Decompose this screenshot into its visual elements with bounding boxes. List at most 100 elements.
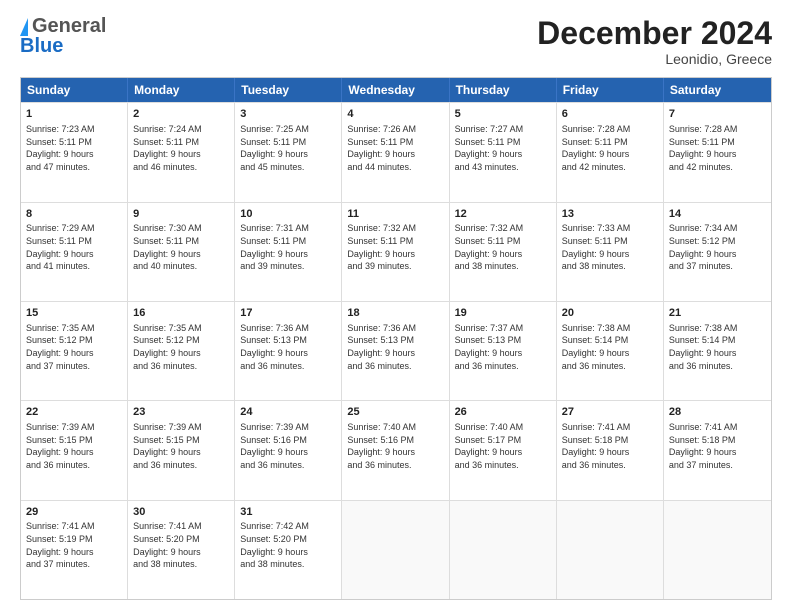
day-cell-18: 18Sunrise: 7:36 AMSunset: 5:13 PMDayligh…	[342, 302, 449, 400]
day-number: 18	[347, 306, 443, 321]
day-info: Sunrise: 7:23 AMSunset: 5:11 PMDaylight:…	[26, 123, 122, 173]
day-number: 8	[26, 207, 122, 222]
weekday-header-monday: Monday	[128, 78, 235, 102]
day-info: Sunrise: 7:35 AMSunset: 5:12 PMDaylight:…	[133, 322, 229, 372]
day-cell-4: 4Sunrise: 7:26 AMSunset: 5:11 PMDaylight…	[342, 103, 449, 201]
day-info: Sunrise: 7:42 AMSunset: 5:20 PMDaylight:…	[240, 520, 336, 570]
day-info: Sunrise: 7:25 AMSunset: 5:11 PMDaylight:…	[240, 123, 336, 173]
day-number: 16	[133, 306, 229, 321]
weekday-header-saturday: Saturday	[664, 78, 771, 102]
empty-cell	[342, 501, 449, 599]
day-info: Sunrise: 7:38 AMSunset: 5:14 PMDaylight:…	[562, 322, 658, 372]
day-info: Sunrise: 7:33 AMSunset: 5:11 PMDaylight:…	[562, 222, 658, 272]
day-cell-11: 11Sunrise: 7:32 AMSunset: 5:11 PMDayligh…	[342, 203, 449, 301]
day-number: 7	[669, 107, 766, 122]
day-cell-7: 7Sunrise: 7:28 AMSunset: 5:11 PMDaylight…	[664, 103, 771, 201]
day-cell-21: 21Sunrise: 7:38 AMSunset: 5:14 PMDayligh…	[664, 302, 771, 400]
day-info: Sunrise: 7:40 AMSunset: 5:16 PMDaylight:…	[347, 421, 443, 471]
day-number: 5	[455, 107, 551, 122]
day-info: Sunrise: 7:37 AMSunset: 5:13 PMDaylight:…	[455, 322, 551, 372]
calendar-week-5: 29Sunrise: 7:41 AMSunset: 5:19 PMDayligh…	[21, 500, 771, 599]
day-cell-25: 25Sunrise: 7:40 AMSunset: 5:16 PMDayligh…	[342, 401, 449, 499]
calendar-week-1: 1Sunrise: 7:23 AMSunset: 5:11 PMDaylight…	[21, 102, 771, 201]
day-cell-23: 23Sunrise: 7:39 AMSunset: 5:15 PMDayligh…	[128, 401, 235, 499]
day-info: Sunrise: 7:39 AMSunset: 5:15 PMDaylight:…	[26, 421, 122, 471]
day-number: 31	[240, 505, 336, 520]
calendar-header-row: SundayMondayTuesdayWednesdayThursdayFrid…	[21, 78, 771, 102]
day-info: Sunrise: 7:32 AMSunset: 5:11 PMDaylight:…	[455, 222, 551, 272]
day-number: 30	[133, 505, 229, 520]
day-info: Sunrise: 7:32 AMSunset: 5:11 PMDaylight:…	[347, 222, 443, 272]
weekday-header-wednesday: Wednesday	[342, 78, 449, 102]
day-cell-15: 15Sunrise: 7:35 AMSunset: 5:12 PMDayligh…	[21, 302, 128, 400]
title-block: December 2024 Leonidio, Greece	[537, 16, 772, 67]
day-number: 26	[455, 405, 551, 420]
day-info: Sunrise: 7:28 AMSunset: 5:11 PMDaylight:…	[562, 123, 658, 173]
day-number: 13	[562, 207, 658, 222]
day-number: 21	[669, 306, 766, 321]
empty-cell	[557, 501, 664, 599]
day-number: 29	[26, 505, 122, 520]
day-number: 6	[562, 107, 658, 122]
header: General Blue December 2024 Leonidio, Gre…	[20, 16, 772, 67]
day-number: 19	[455, 306, 551, 321]
day-cell-30: 30Sunrise: 7:41 AMSunset: 5:20 PMDayligh…	[128, 501, 235, 599]
day-info: Sunrise: 7:36 AMSunset: 5:13 PMDaylight:…	[240, 322, 336, 372]
logo-blue: Blue	[20, 36, 63, 56]
day-number: 22	[26, 405, 122, 420]
day-cell-31: 31Sunrise: 7:42 AMSunset: 5:20 PMDayligh…	[235, 501, 342, 599]
logo: General Blue	[20, 16, 106, 56]
day-number: 11	[347, 207, 443, 222]
logo-line: General	[20, 16, 106, 36]
day-number: 14	[669, 207, 766, 222]
day-number: 15	[26, 306, 122, 321]
calendar: SundayMondayTuesdayWednesdayThursdayFrid…	[20, 77, 772, 600]
day-cell-28: 28Sunrise: 7:41 AMSunset: 5:18 PMDayligh…	[664, 401, 771, 499]
weekday-header-tuesday: Tuesday	[235, 78, 342, 102]
day-cell-13: 13Sunrise: 7:33 AMSunset: 5:11 PMDayligh…	[557, 203, 664, 301]
page: General Blue December 2024 Leonidio, Gre…	[0, 0, 792, 612]
day-cell-20: 20Sunrise: 7:38 AMSunset: 5:14 PMDayligh…	[557, 302, 664, 400]
day-info: Sunrise: 7:29 AMSunset: 5:11 PMDaylight:…	[26, 222, 122, 272]
calendar-body: 1Sunrise: 7:23 AMSunset: 5:11 PMDaylight…	[21, 102, 771, 599]
day-info: Sunrise: 7:39 AMSunset: 5:16 PMDaylight:…	[240, 421, 336, 471]
day-info: Sunrise: 7:35 AMSunset: 5:12 PMDaylight:…	[26, 322, 122, 372]
day-info: Sunrise: 7:36 AMSunset: 5:13 PMDaylight:…	[347, 322, 443, 372]
day-cell-1: 1Sunrise: 7:23 AMSunset: 5:11 PMDaylight…	[21, 103, 128, 201]
day-number: 10	[240, 207, 336, 222]
day-number: 2	[133, 107, 229, 122]
day-number: 24	[240, 405, 336, 420]
weekday-header-sunday: Sunday	[21, 78, 128, 102]
day-cell-17: 17Sunrise: 7:36 AMSunset: 5:13 PMDayligh…	[235, 302, 342, 400]
logo-general: General	[32, 16, 106, 36]
day-cell-19: 19Sunrise: 7:37 AMSunset: 5:13 PMDayligh…	[450, 302, 557, 400]
day-cell-16: 16Sunrise: 7:35 AMSunset: 5:12 PMDayligh…	[128, 302, 235, 400]
location: Leonidio, Greece	[537, 51, 772, 67]
day-info: Sunrise: 7:41 AMSunset: 5:18 PMDaylight:…	[562, 421, 658, 471]
day-cell-2: 2Sunrise: 7:24 AMSunset: 5:11 PMDaylight…	[128, 103, 235, 201]
day-cell-12: 12Sunrise: 7:32 AMSunset: 5:11 PMDayligh…	[450, 203, 557, 301]
day-cell-14: 14Sunrise: 7:34 AMSunset: 5:12 PMDayligh…	[664, 203, 771, 301]
calendar-week-2: 8Sunrise: 7:29 AMSunset: 5:11 PMDaylight…	[21, 202, 771, 301]
day-number: 4	[347, 107, 443, 122]
day-number: 12	[455, 207, 551, 222]
empty-cell	[664, 501, 771, 599]
day-cell-10: 10Sunrise: 7:31 AMSunset: 5:11 PMDayligh…	[235, 203, 342, 301]
empty-cell	[450, 501, 557, 599]
day-number: 17	[240, 306, 336, 321]
day-cell-3: 3Sunrise: 7:25 AMSunset: 5:11 PMDaylight…	[235, 103, 342, 201]
day-cell-29: 29Sunrise: 7:41 AMSunset: 5:19 PMDayligh…	[21, 501, 128, 599]
weekday-header-thursday: Thursday	[450, 78, 557, 102]
day-number: 3	[240, 107, 336, 122]
day-info: Sunrise: 7:41 AMSunset: 5:18 PMDaylight:…	[669, 421, 766, 471]
day-info: Sunrise: 7:27 AMSunset: 5:11 PMDaylight:…	[455, 123, 551, 173]
calendar-week-4: 22Sunrise: 7:39 AMSunset: 5:15 PMDayligh…	[21, 400, 771, 499]
day-number: 1	[26, 107, 122, 122]
day-info: Sunrise: 7:24 AMSunset: 5:11 PMDaylight:…	[133, 123, 229, 173]
logo-triangle-icon	[20, 18, 28, 36]
day-cell-8: 8Sunrise: 7:29 AMSunset: 5:11 PMDaylight…	[21, 203, 128, 301]
day-number: 9	[133, 207, 229, 222]
day-info: Sunrise: 7:41 AMSunset: 5:20 PMDaylight:…	[133, 520, 229, 570]
calendar-week-3: 15Sunrise: 7:35 AMSunset: 5:12 PMDayligh…	[21, 301, 771, 400]
day-cell-22: 22Sunrise: 7:39 AMSunset: 5:15 PMDayligh…	[21, 401, 128, 499]
